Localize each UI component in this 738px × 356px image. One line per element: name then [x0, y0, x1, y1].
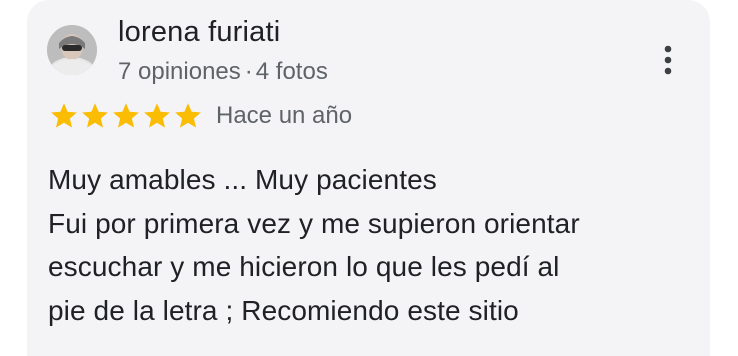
star-rating [49, 101, 203, 131]
reviewer-meta: 7 opiniones · 4 fotos [118, 57, 328, 87]
review-text-line: Muy amables ... Muy pacientes [48, 164, 437, 195]
more-vert-icon [664, 45, 672, 75]
avatar[interactable] [47, 25, 97, 75]
review-text-line: Fui por primera vez y me supieron orient… [48, 207, 580, 239]
star-icon [82, 103, 108, 128]
meta-separator: · [244, 58, 253, 85]
reviewer-name[interactable]: lorena furiati [118, 14, 280, 50]
star-icon [113, 103, 139, 128]
review-text: Muy amables ... Muy pacientes Fui por pri… [48, 158, 688, 332]
review-date: Hace un año [216, 102, 353, 129]
more-options-button[interactable] [650, 38, 686, 82]
photos-count: 4 fotos [255, 58, 328, 85]
review-text-line: pie de la letra ; Recomiendo este sitio [48, 294, 519, 326]
review-text-line: escuchar y me hicieron lo que les pedí a… [48, 251, 560, 282]
star-icon [175, 103, 201, 128]
avatar-photo [47, 25, 97, 75]
reviews-count: 7 opiniones [118, 58, 241, 85]
star-icon [144, 103, 170, 128]
rating-row: Hace un año [49, 100, 352, 132]
star-icon [51, 103, 77, 128]
